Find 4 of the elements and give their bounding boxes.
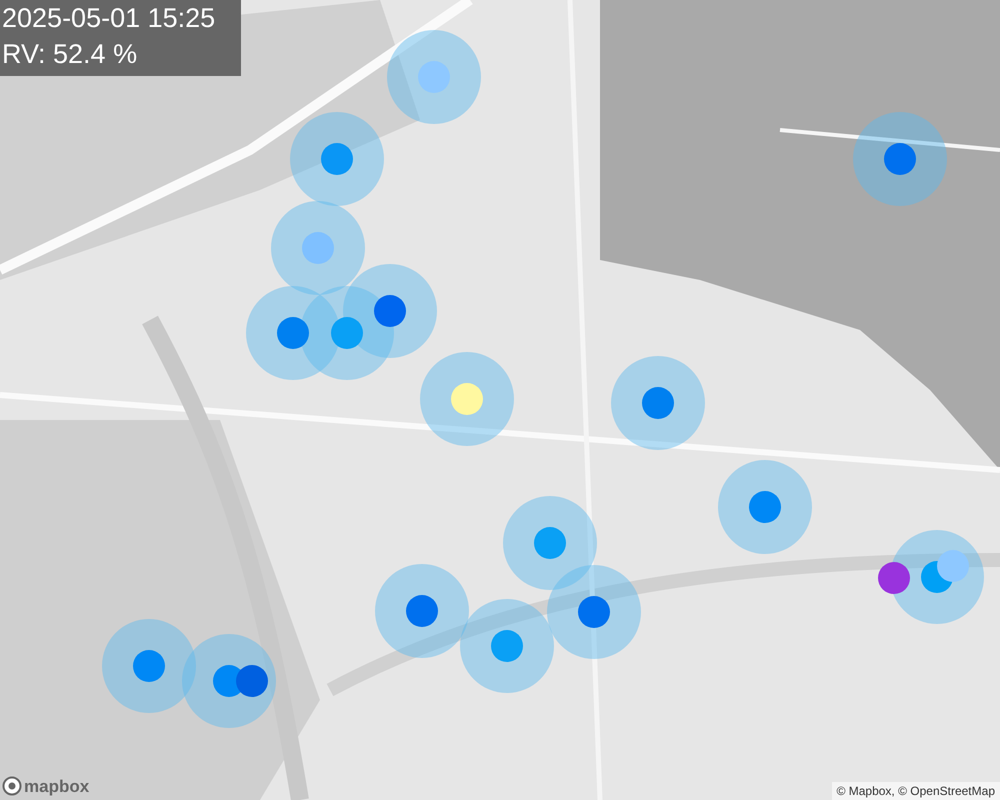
humidity-reading: RV: 52.4 % [2, 38, 138, 71]
logo-text[interactable]: mapbox [24, 778, 90, 794]
timestamp: 2025-05-01 15:25 [2, 2, 216, 35]
attribution-text[interactable]: © Mapbox, © OpenStreetMap [832, 782, 1000, 800]
